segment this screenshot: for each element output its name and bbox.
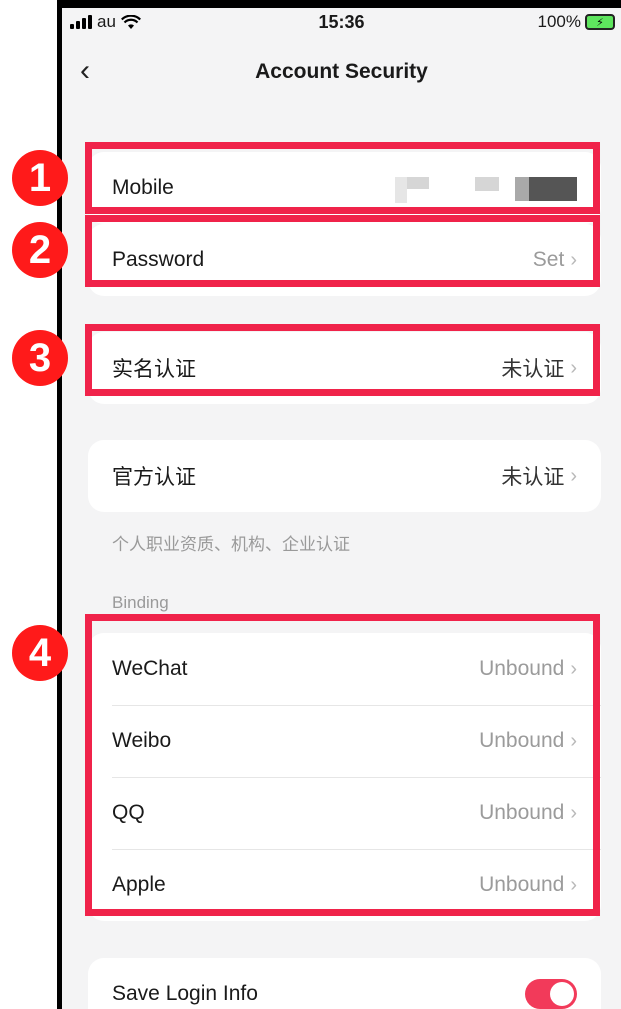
password-row[interactable]: Password Set › [88,224,601,296]
binding-label: QQ [112,801,145,824]
binding-apple-row[interactable]: Apple Unbound › [88,849,601,921]
binding-label: Apple [112,873,166,896]
official-status: 未认证 [501,466,565,489]
page-title: Account Security [255,60,428,83]
binding-wechat-row[interactable]: WeChat Unbound › [88,633,601,705]
binding-card: WeChat Unbound › Weibo Unbound › QQ Unbo… [88,633,601,921]
binding-status: Unbound [479,657,565,680]
battery-charging-icon: ⚡ [585,14,615,30]
save-login-toggle[interactable] [525,979,577,1009]
annotation-badge-2: 2 [12,222,68,278]
save-login-row: Save Login Info [88,958,601,1009]
battery-percent: 100% [537,12,581,31]
official-note: 个人职业资质、机构、企业认证 [112,535,350,554]
password-label: Password [112,248,205,271]
realname-status: 未认证 [501,358,565,381]
realname-label: 实名认证 [112,358,196,381]
realname-card: 实名认证 未认证 › [88,332,601,404]
official-verification-row[interactable]: 官方认证 未认证 › [88,440,601,512]
binding-status: Unbound [479,801,565,824]
chevron-right-icon: › [570,657,577,680]
chevron-right-icon: › [570,729,577,752]
annotation-badge-3: 3 [12,330,68,386]
realname-verification-row[interactable]: 实名认证 未认证 › [88,332,601,404]
chevron-right-icon: › [570,873,577,896]
binding-label: WeChat [112,657,188,680]
chevron-right-icon: › [570,801,577,824]
binding-label: Weibo [112,729,172,752]
chevron-right-icon: › [570,356,577,379]
nav-bar: ‹ Account Security [62,50,621,100]
binding-weibo-row[interactable]: Weibo Unbound › [88,705,601,777]
save-login-label: Save Login Info [112,982,258,1005]
mobile-number-redacted [387,173,577,203]
mobile-row[interactable]: Mobile [88,152,601,224]
binding-status: Unbound [479,729,565,752]
binding-qq-row[interactable]: QQ Unbound › [88,777,601,849]
official-label: 官方认证 [112,466,196,489]
status-bar: au 15:36 100% ⚡ [62,8,621,42]
official-card: 官方认证 未认证 › [88,440,601,512]
chevron-right-icon: › [570,464,577,487]
binding-status: Unbound [479,873,565,896]
phone-screen: au 15:36 100% ⚡ ‹ Account Security Mobil… [57,0,621,1009]
save-login-card: Save Login Info [88,958,601,1009]
chevron-right-icon: › [570,248,577,271]
binding-section-label: Binding [112,593,169,612]
mobile-card: Mobile [88,152,601,224]
annotation-badge-1: 1 [12,150,68,206]
password-status: Set [532,248,565,271]
annotation-badge-4: 4 [12,625,68,681]
mobile-label: Mobile [112,176,174,199]
password-card: Password Set › [88,224,601,296]
